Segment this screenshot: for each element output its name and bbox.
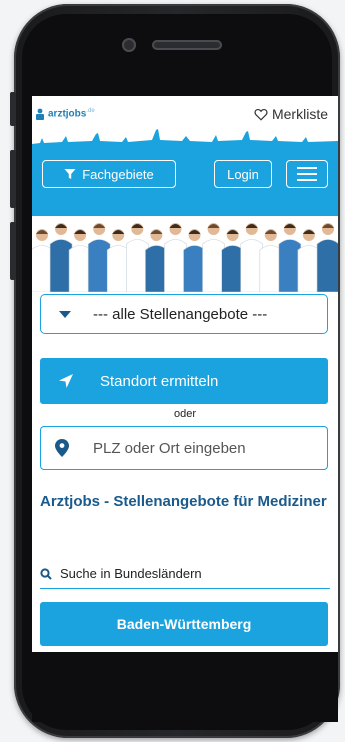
side-button	[10, 92, 16, 126]
banner-person-body	[145, 245, 168, 292]
locate-button[interactable]: Standort ermitteln	[40, 358, 328, 404]
location-field[interactable]	[40, 426, 328, 470]
banner-person-body	[183, 245, 206, 292]
screen-bottom-bezel	[32, 652, 338, 722]
heart-icon	[254, 108, 268, 121]
banner-person-body	[259, 245, 283, 292]
side-button	[10, 150, 16, 208]
merkliste-link[interactable]: Merkliste	[254, 106, 328, 122]
locate-button-label: Standort ermitteln	[100, 372, 219, 390]
category-select[interactable]: --- alle Stellenangebote ---	[40, 294, 328, 334]
or-separator: oder	[173, 408, 197, 420]
earpiece-speaker	[152, 40, 222, 50]
city-skyline-graphic	[32, 129, 338, 154]
search-icon	[40, 567, 52, 580]
banner-person-body	[68, 245, 92, 292]
merkliste-label: Merkliste	[271, 106, 328, 122]
banner-person-body	[106, 245, 130, 292]
navigation-bar: Fachgebiete Login	[32, 152, 338, 216]
banner-person-body	[221, 245, 244, 292]
logo-text: arztjobs.de	[48, 108, 95, 120]
doctors-banner-image	[32, 216, 338, 292]
filter-icon	[64, 169, 76, 179]
banner-person-body	[316, 239, 338, 292]
page-heading: Arztjobs - Stellenangebote für Mediziner	[40, 493, 327, 510]
hamburger-menu-icon[interactable]	[286, 160, 328, 188]
logo-icon	[36, 108, 44, 120]
phone-screen: arztjobs.de Merkliste Fachgebiete Login	[32, 96, 338, 652]
login-button[interactable]: Login	[214, 160, 272, 188]
banner-person-body	[87, 239, 111, 292]
state-button[interactable]: Baden-Württemberg	[40, 602, 328, 646]
fachgebiete-button[interactable]: Fachgebiete	[42, 160, 176, 188]
location-input[interactable]	[91, 438, 315, 458]
site-logo[interactable]: arztjobs.de	[34, 108, 95, 120]
banner-person-body	[202, 239, 225, 292]
location-arrow-icon	[59, 374, 73, 388]
banner-person-body	[278, 239, 302, 292]
side-button	[10, 222, 16, 280]
states-search-label: Suche in Bundesländern	[60, 566, 202, 581]
fachgebiete-label: Fachgebiete	[82, 166, 154, 182]
states-search[interactable]: Suche in Bundesländern	[40, 566, 330, 581]
login-label: Login	[227, 166, 259, 182]
banner-person-body	[297, 245, 321, 292]
caret-down-icon	[59, 310, 71, 318]
front-camera	[122, 38, 136, 52]
banner-person-body	[49, 239, 73, 292]
category-select-value: --- alle Stellenangebote ---	[93, 305, 268, 323]
map-pin-icon	[55, 439, 69, 457]
banner-person-body	[126, 239, 149, 292]
banner-person-body	[240, 239, 264, 292]
search-underline	[40, 588, 330, 589]
banner-person-body	[164, 239, 187, 292]
state-button-label: Baden-Württemberg	[116, 616, 252, 632]
